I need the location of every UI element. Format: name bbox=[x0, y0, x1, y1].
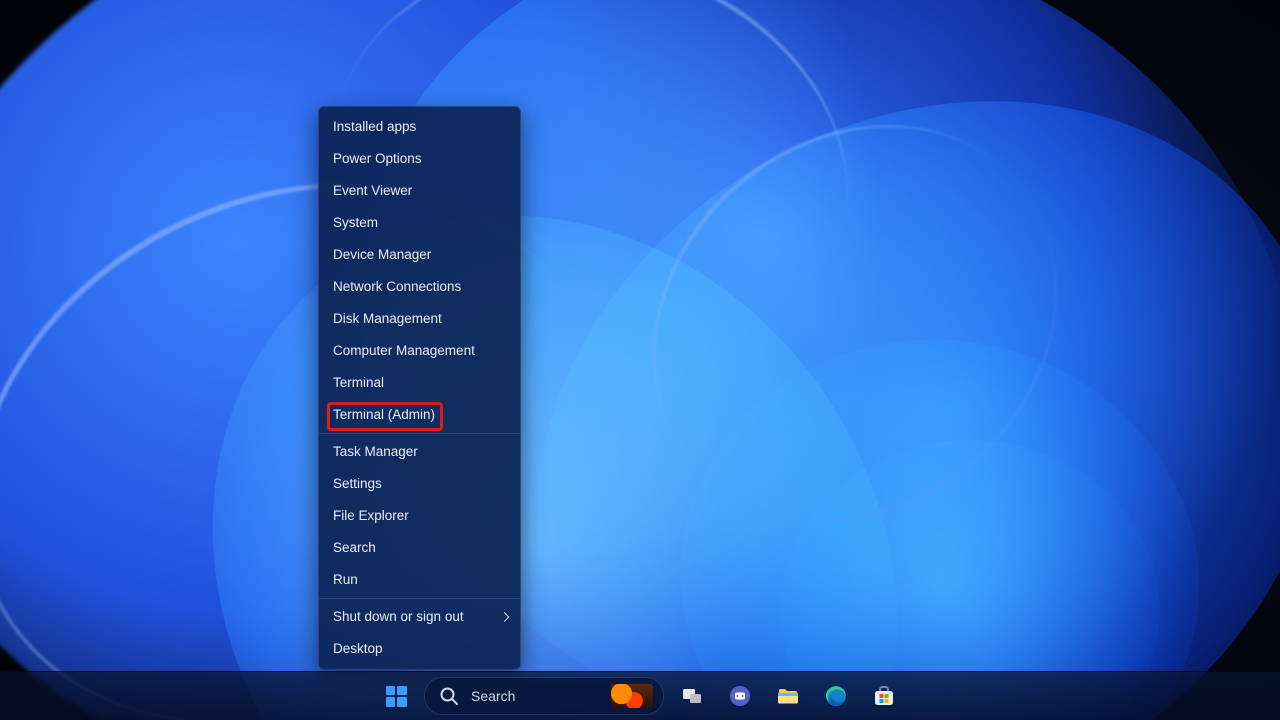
menu-item-file-explorer[interactable]: File Explorer bbox=[319, 500, 520, 532]
chat-button[interactable] bbox=[720, 676, 760, 716]
search-placeholder-text: Search bbox=[471, 688, 601, 704]
menu-item-label: Desktop bbox=[333, 641, 383, 656]
task-view-icon bbox=[680, 684, 704, 708]
folder-icon bbox=[776, 684, 800, 708]
menu-item-label: Settings bbox=[333, 476, 382, 491]
search-icon bbox=[437, 684, 461, 708]
file-explorer-button[interactable] bbox=[768, 676, 808, 716]
menu-item-label: File Explorer bbox=[333, 508, 409, 523]
menu-item-settings[interactable]: Settings bbox=[319, 468, 520, 500]
menu-item-label: Shut down or sign out bbox=[333, 609, 464, 624]
taskbar: Search bbox=[0, 671, 1280, 720]
taskbar-search-box[interactable]: Search bbox=[424, 677, 664, 715]
menu-item-label: Installed apps bbox=[333, 119, 416, 134]
store-icon bbox=[872, 684, 896, 708]
menu-item-label: Disk Management bbox=[333, 311, 442, 326]
menu-item-label: System bbox=[333, 215, 378, 230]
microsoft-store-button[interactable] bbox=[864, 676, 904, 716]
menu-separator bbox=[319, 598, 520, 599]
menu-item-power-options[interactable]: Power Options bbox=[319, 143, 520, 175]
menu-item-label: Event Viewer bbox=[333, 183, 412, 198]
menu-item-search[interactable]: Search bbox=[319, 532, 520, 564]
chat-icon bbox=[728, 684, 752, 708]
winx-context-menu[interactable]: Installed apps Power Options Event Viewer S… bbox=[318, 106, 521, 670]
menu-item-label: Search bbox=[333, 540, 376, 555]
menu-item-disk-management[interactable]: Disk Management bbox=[319, 303, 520, 335]
menu-item-label: Device Manager bbox=[333, 247, 431, 262]
menu-item-label: Terminal (Admin) bbox=[333, 407, 435, 422]
menu-item-device-manager[interactable]: Device Manager bbox=[319, 239, 520, 271]
menu-item-terminal[interactable]: Terminal bbox=[319, 367, 520, 399]
menu-item-computer-management[interactable]: Computer Management bbox=[319, 335, 520, 367]
menu-item-installed-apps[interactable]: Installed apps bbox=[319, 111, 520, 143]
menu-item-label: Terminal bbox=[333, 375, 384, 390]
menu-item-task-manager[interactable]: Task Manager bbox=[319, 436, 520, 468]
windows-logo-icon bbox=[386, 686, 407, 707]
search-news-thumbnail bbox=[611, 684, 653, 708]
menu-item-system[interactable]: System bbox=[319, 207, 520, 239]
menu-item-label: Task Manager bbox=[333, 444, 418, 459]
menu-item-label: Computer Management bbox=[333, 343, 475, 358]
menu-item-terminal-admin[interactable]: Terminal (Admin) bbox=[319, 399, 520, 431]
menu-item-desktop[interactable]: Desktop bbox=[319, 633, 520, 665]
taskbar-center-group: Search bbox=[376, 676, 904, 716]
menu-item-run[interactable]: Run bbox=[319, 564, 520, 596]
menu-item-shut-down-or-sign-out[interactable]: Shut down or sign out bbox=[319, 601, 520, 633]
edge-button[interactable] bbox=[816, 676, 856, 716]
chevron-right-icon bbox=[500, 612, 510, 622]
desktop-wallpaper bbox=[0, 0, 1280, 720]
menu-item-network-connections[interactable]: Network Connections bbox=[319, 271, 520, 303]
start-button[interactable] bbox=[376, 676, 416, 716]
edge-icon bbox=[824, 684, 848, 708]
task-view-button[interactable] bbox=[672, 676, 712, 716]
menu-separator bbox=[319, 433, 520, 434]
menu-item-label: Run bbox=[333, 572, 358, 587]
menu-item-label: Network Connections bbox=[333, 279, 461, 294]
menu-item-label: Power Options bbox=[333, 151, 422, 166]
menu-item-event-viewer[interactable]: Event Viewer bbox=[319, 175, 520, 207]
